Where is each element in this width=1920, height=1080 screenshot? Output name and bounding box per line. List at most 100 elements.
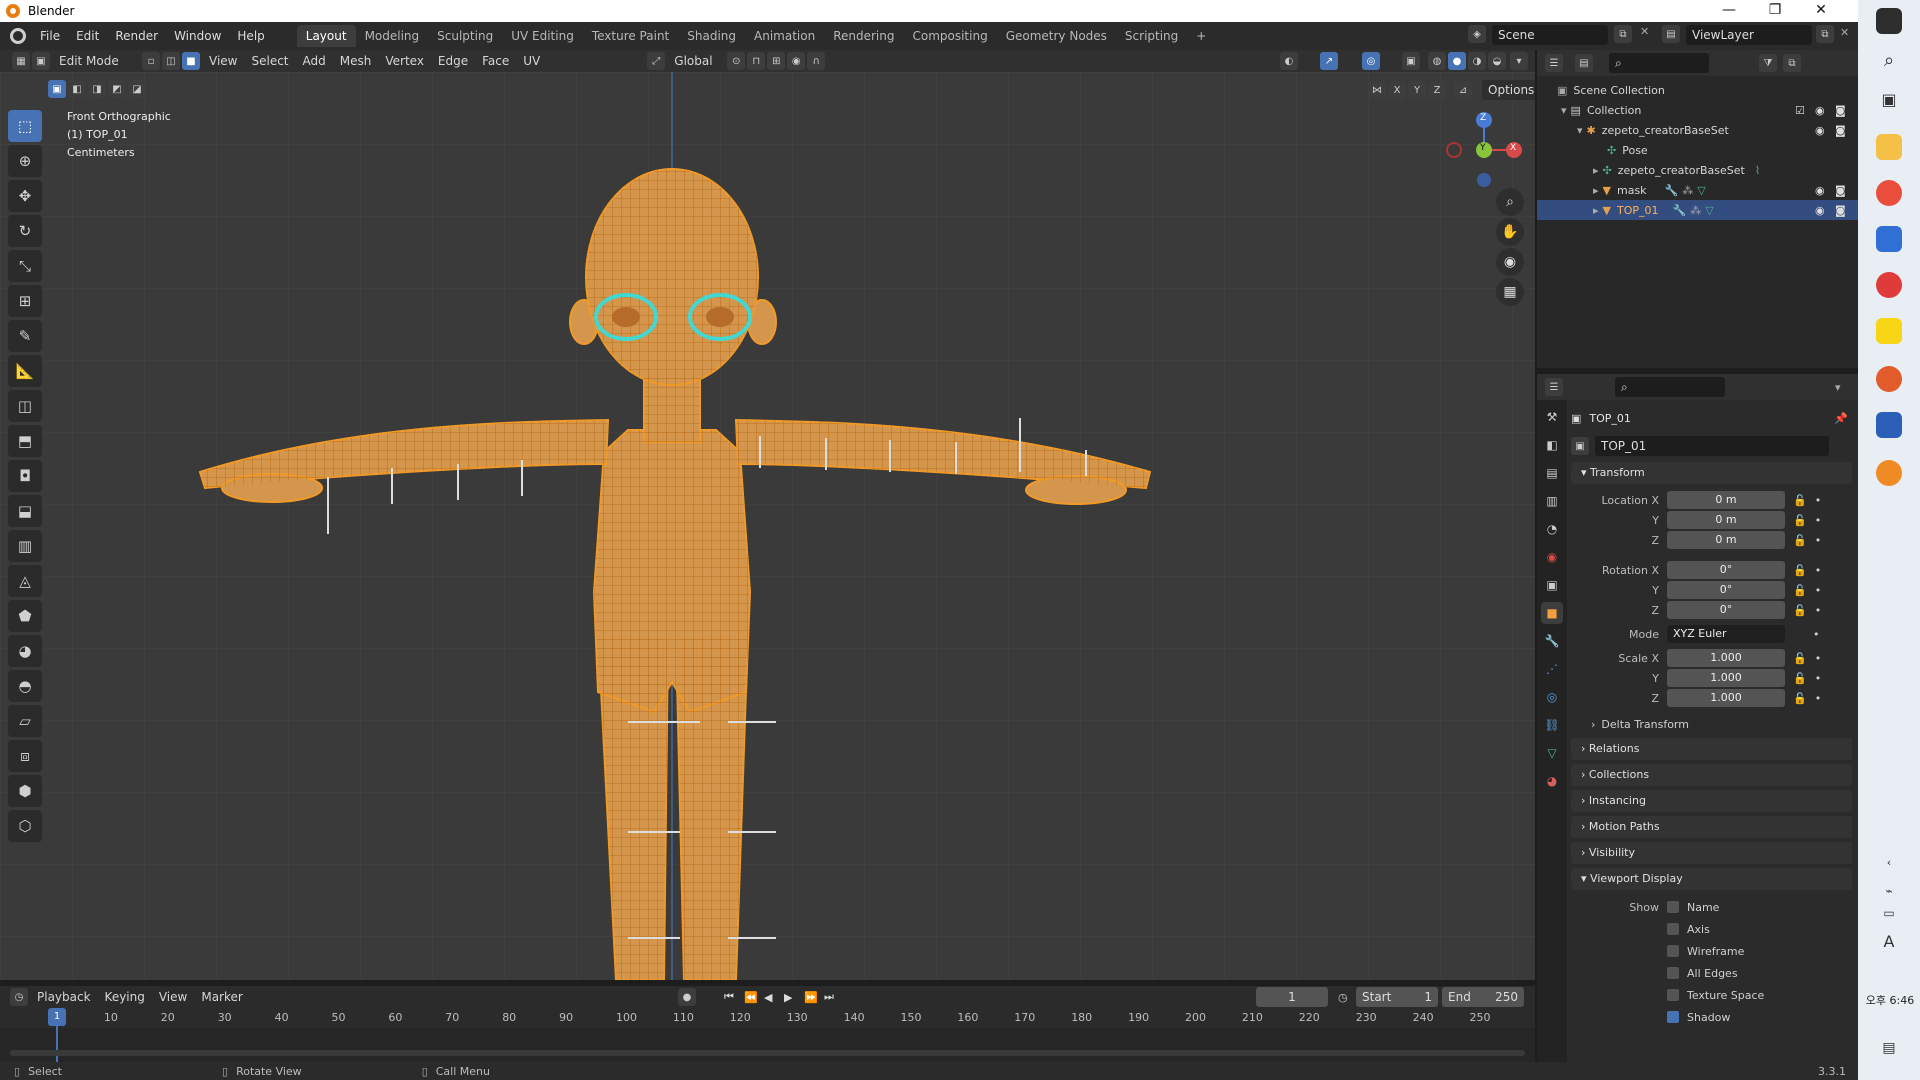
render-tab-icon[interactable]: ◧ [1541,434,1563,456]
camera-icon[interactable]: ◙ [1835,124,1846,137]
keyframe-dot-icon[interactable]: • [1815,534,1822,547]
menu-render[interactable]: Render [107,29,166,43]
rotation-x-field[interactable]: 0° [1667,561,1785,579]
menu-add[interactable]: Add [296,54,333,68]
panel-motion-paths[interactable]: › Motion Paths [1571,816,1852,838]
face-select-icon[interactable]: ■ [182,52,200,70]
proportional-edit-icon[interactable]: ◉ [787,52,806,70]
expand-arrow-icon[interactable]: ▸ [1593,184,1599,197]
current-frame-field[interactable]: 1 [1256,987,1328,1007]
view-layer-tab-icon[interactable]: ▥ [1541,490,1563,512]
measure-icon[interactable]: 📐 [8,355,42,387]
scale-icon[interactable]: ⤡ [8,250,42,282]
spin-icon[interactable]: ◕ [8,635,42,667]
keyframe-dot-icon[interactable]: • [1813,628,1820,641]
clock[interactable]: 오후 6:46 [1862,992,1918,1008]
kakaotalk-icon[interactable] [1876,318,1902,344]
mirror-x-toggle[interactable]: X [1388,81,1406,99]
options-button[interactable]: Options [1482,80,1535,100]
location-x-field[interactable]: 0 m [1667,491,1785,509]
lock-icon[interactable]: 🔓 [1793,652,1807,665]
zoom-icon[interactable]: ⌕ [1496,188,1524,216]
tab-texture-paint[interactable]: Texture Paint [583,25,678,47]
shading-wireframe-icon[interactable]: ◍ [1428,52,1446,70]
tab-layout[interactable]: Layout [296,25,356,47]
lock-icon[interactable]: 🔓 [1793,604,1807,617]
display-icon[interactable]: ▭ [1876,906,1902,932]
properties-search-input[interactable]: ⌕ [1615,377,1725,397]
panel-instancing[interactable]: › Instancing [1571,790,1852,812]
playhead-marker[interactable]: 1 [48,1008,66,1026]
app-icon[interactable] [1876,366,1902,392]
record-icon[interactable]: ● [678,988,696,1006]
panel-relations[interactable]: › Relations [1571,738,1852,760]
preview-range-icon[interactable]: ◷ [1338,991,1348,1004]
start-frame-field[interactable]: Start 1 [1356,987,1438,1007]
lock-icon[interactable]: 🔓 [1793,584,1807,597]
move-icon[interactable]: ✥ [8,180,42,212]
new-collection-icon[interactable]: ⧉ [1783,54,1801,72]
snap-target-icon[interactable]: ⊞ [767,52,786,70]
keyframe-dot-icon[interactable]: • [1815,564,1822,577]
menu-mesh[interactable]: Mesh [333,54,379,68]
select-new-icon[interactable]: ▣ [48,80,66,98]
output-tab-icon[interactable]: ▤ [1541,462,1563,484]
menu-file[interactable]: File [32,29,68,43]
outliner-item-collection[interactable]: ▾ ▤ Collection ☑ ◉ ◙ [1537,100,1858,120]
blender-taskbar-icon[interactable] [1876,460,1902,486]
lock-icon[interactable]: 🔓 [1793,514,1807,527]
smooth-icon[interactable]: ◓ [8,670,42,702]
panel-visibility[interactable]: › Visibility [1571,842,1852,864]
display-mode-icon[interactable]: ▤ [1575,54,1593,72]
lock-icon[interactable]: 🔓 [1793,534,1807,547]
menu-edit[interactable]: Edit [68,29,107,43]
rotate-icon[interactable]: ↻ [8,215,42,247]
menu-face[interactable]: Face [475,54,516,68]
editor-type-icon[interactable]: ▦ [12,52,30,70]
material-tab-icon[interactable]: ◕ [1541,770,1563,792]
tab-shading[interactable]: Shading [678,25,745,47]
scale-z-field[interactable]: 1.000 [1667,689,1785,707]
orientation-selector[interactable]: Global [667,54,727,68]
filter-icon[interactable]: ⧩ [1759,54,1777,72]
close-button[interactable]: ✕ [1798,0,1844,22]
snap-icon[interactable]: ⊓ [747,52,766,70]
object-name-field[interactable]: TOP_01 [1595,436,1829,456]
select-subtract-icon[interactable]: ◨ [88,80,106,98]
new-scene-icon[interactable]: ⧉ [1614,25,1632,43]
lock-icon[interactable]: 🔓 [1793,564,1807,577]
keyframe-dot-icon[interactable]: • [1815,604,1822,617]
shading-material-icon[interactable]: ◑ [1468,52,1486,70]
outliner-search-input[interactable]: ⌕ [1609,53,1709,73]
particles-tab-icon[interactable]: ⋰ [1541,658,1563,680]
file-explorer-icon[interactable] [1876,134,1902,160]
keying-menu[interactable]: Keying [98,990,152,1004]
shading-solid-icon[interactable]: ● [1448,52,1466,70]
collection-checkbox-icon[interactable]: ☑ [1795,104,1805,117]
panel-collections[interactable]: › Collections [1571,764,1852,786]
eye-icon[interactable]: ◉ [1815,104,1825,117]
inset-icon[interactable]: ◘ [8,460,42,492]
camera-icon[interactable]: ◙ [1835,184,1846,197]
object-tab-icon[interactable]: ■ [1541,602,1563,624]
lock-icon[interactable]: 🔓 [1793,494,1807,507]
outliner-item-top01[interactable]: ▸ ▼ TOP_01 🔧 ⁂ ▽ ◉ ◙ [1537,200,1858,220]
add-workspace-button[interactable]: + [1187,25,1215,47]
calculator-icon[interactable] [1876,226,1902,252]
keyframe-dot-icon[interactable]: • [1815,672,1822,685]
object-datablock-icon[interactable]: ▣ [1571,437,1589,455]
shrink-fatten-icon[interactable]: ⧈ [8,740,42,772]
select-box-icon[interactable]: ⬚ [8,110,42,142]
outliner-scene-collection[interactable]: ▣ Scene Collection [1537,80,1858,100]
vertex-select-icon[interactable]: ▫ [142,52,160,70]
add-cube-icon[interactable]: ◫ [8,390,42,422]
blender-menu-icon[interactable] [10,28,26,44]
shear-icon[interactable]: ⬢ [8,775,42,807]
windows-start-icon[interactable] [1876,8,1902,34]
expand-arrow-icon[interactable]: ▸ [1593,164,1599,177]
jump-start-icon[interactable]: ⏮ [724,990,734,1004]
expand-arrow-icon[interactable]: ▾ [1577,124,1583,137]
tool-tab-icon[interactable]: ⚒ [1541,406,1563,428]
marker-menu[interactable]: Marker [194,990,249,1004]
mirror-z-toggle[interactable]: Z [1428,81,1446,99]
